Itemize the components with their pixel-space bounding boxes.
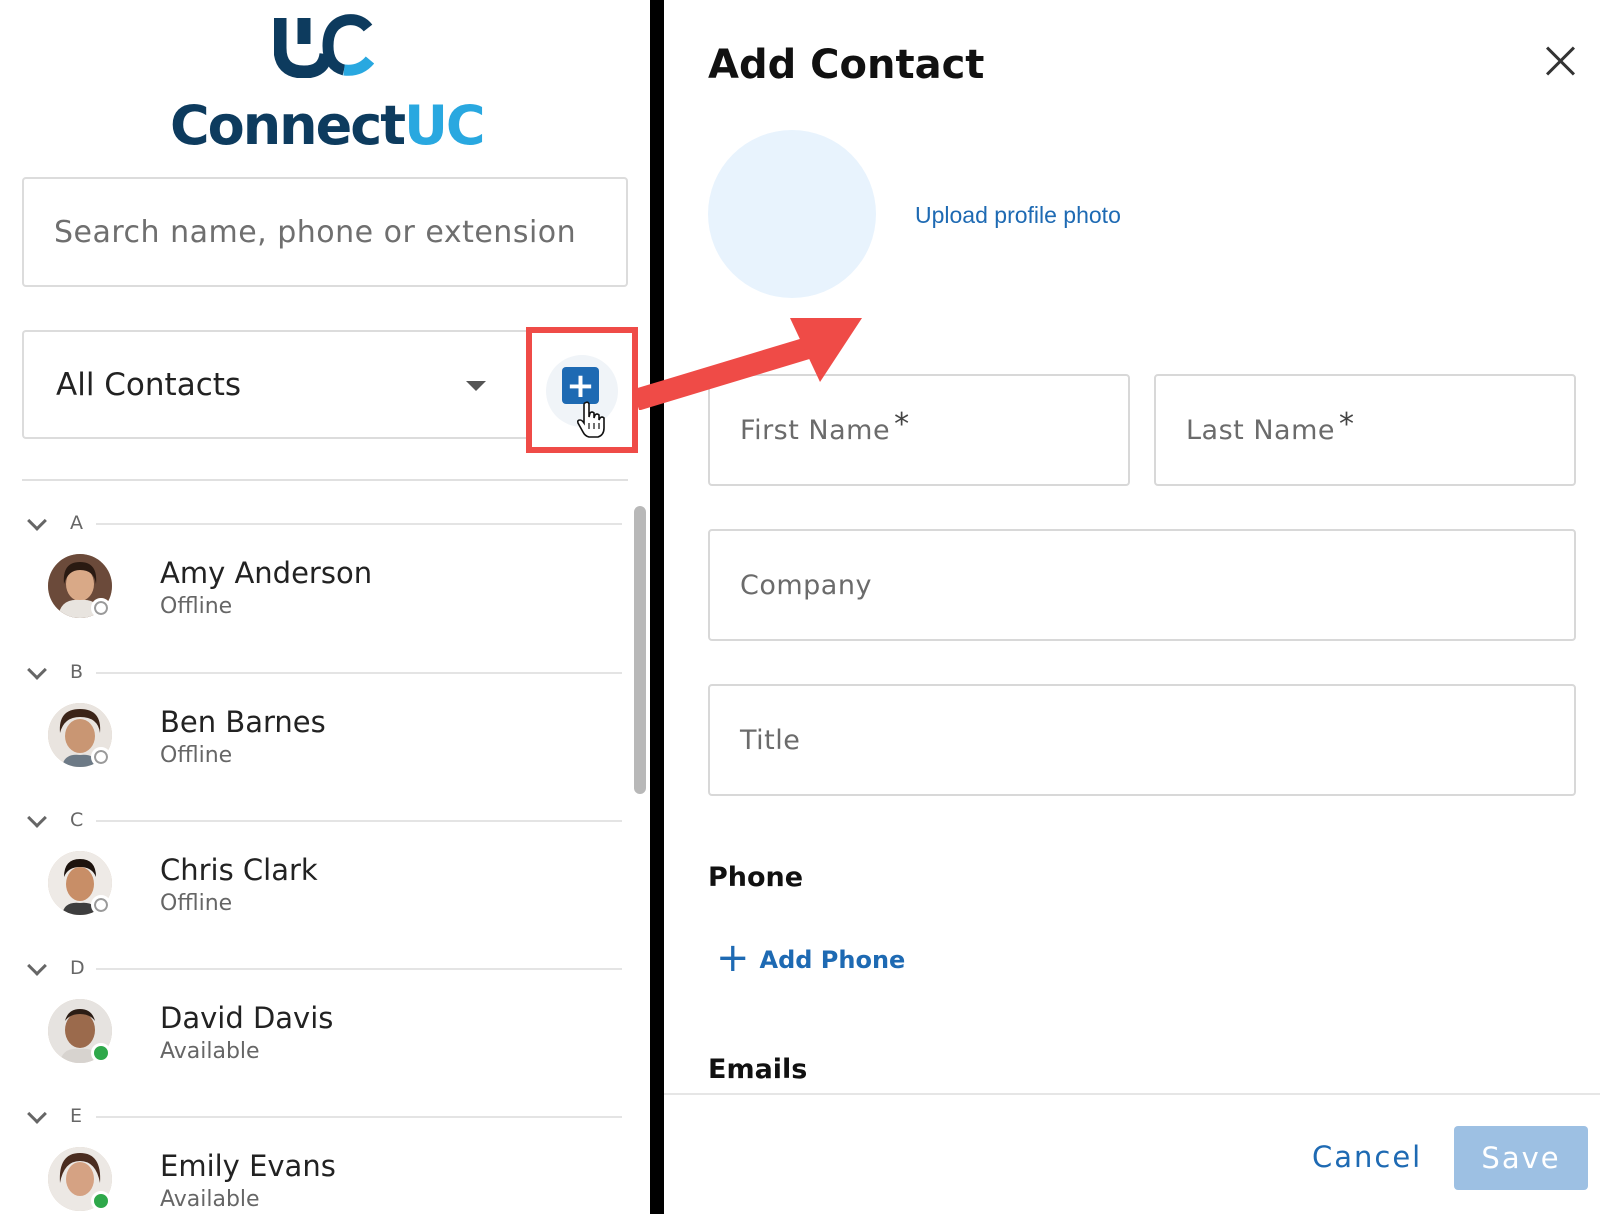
contact-group-e: E Emily Evans Available: [22, 1104, 622, 1212]
last-name-placeholder: Last Name: [1186, 414, 1335, 446]
hand-cursor-icon: [576, 401, 605, 438]
connectuc-logo: ConnectUC ™: [170, 14, 486, 157]
company-placeholder: Company: [740, 569, 872, 601]
contacts-filter-select[interactable]: All Contacts: [22, 330, 542, 439]
app-root: ConnectUC ™ Search name, phone or extens…: [0, 0, 1600, 1214]
footer-divider: [664, 1093, 1600, 1095]
close-icon[interactable]: [1544, 44, 1578, 78]
contacts-sidebar: ConnectUC ™ Search name, phone or extens…: [0, 0, 650, 1214]
contact-row[interactable]: Chris Clark Offline: [48, 851, 608, 921]
annotation-arrow-icon: [632, 318, 862, 410]
first-name-placeholder: First Name: [740, 414, 891, 446]
status-offline-icon: [91, 598, 111, 618]
group-letter: D: [70, 957, 85, 979]
group-letter: A: [70, 512, 83, 534]
contacts-scrollbar[interactable]: [634, 506, 646, 794]
upload-photo-link[interactable]: Upload profile photo: [915, 202, 1121, 229]
filter-selected-value: All Contacts: [56, 366, 242, 403]
cancel-button[interactable]: Cancel: [1312, 1140, 1422, 1174]
brand-wordmark: ConnectUC: [170, 94, 486, 157]
last-name-field[interactable]: Last Name *: [1154, 374, 1576, 486]
list-divider: [22, 479, 628, 481]
plus-icon: +: [716, 935, 750, 981]
contact-group-b: B Ben Barnes Offline: [22, 660, 622, 768]
status-available-icon: [91, 1043, 111, 1063]
add-contact-panel: Add Contact Upload profile photo First N…: [664, 0, 1600, 1214]
emails-section-heading: Emails: [708, 1054, 808, 1085]
company-field[interactable]: Company: [708, 529, 1576, 641]
contact-name: Chris Clark: [160, 853, 318, 887]
save-button[interactable]: Save: [1454, 1126, 1588, 1190]
search-input[interactable]: Search name, phone or extension: [22, 177, 628, 287]
contact-name: Ben Barnes: [160, 705, 326, 739]
contact-status: Offline: [160, 594, 233, 619]
chevron-down-icon: [27, 660, 47, 680]
group-letter: E: [70, 1105, 83, 1127]
chevron-down-icon: [27, 956, 47, 976]
contact-name: Emily Evans: [160, 1149, 336, 1183]
panel-title: Add Contact: [708, 42, 985, 88]
group-letter: C: [70, 809, 84, 831]
group-divider: [96, 820, 622, 822]
profile-photo-placeholder[interactable]: [708, 130, 876, 298]
group-divider: [96, 672, 622, 674]
group-header[interactable]: E: [22, 1104, 622, 1135]
caret-down-icon: [466, 381, 486, 391]
group-letter: B: [70, 661, 84, 683]
contact-group-d: D David Davis Available: [22, 956, 622, 1064]
group-header[interactable]: A: [22, 511, 622, 542]
contact-status: Available: [160, 1039, 260, 1064]
group-divider: [96, 968, 622, 970]
group-header[interactable]: B: [22, 660, 622, 691]
phone-section-heading: Phone: [708, 862, 804, 893]
contact-name: David Davis: [160, 1001, 334, 1035]
uc-mark-icon: [274, 14, 374, 78]
contact-row[interactable]: Amy Anderson Offline: [48, 554, 608, 624]
title-placeholder: Title: [740, 724, 801, 756]
search-placeholder: Search name, phone or extension: [54, 214, 577, 250]
contact-row[interactable]: Ben Barnes Offline: [48, 703, 608, 773]
contact-status: Offline: [160, 891, 233, 916]
contact-row[interactable]: David Davis Available: [48, 999, 608, 1069]
chevron-down-icon: [27, 511, 47, 531]
title-field[interactable]: Title: [708, 684, 1576, 796]
add-phone-label: Add Phone: [759, 946, 906, 974]
required-mark: *: [1338, 406, 1355, 442]
status-offline-icon: [91, 747, 111, 767]
plus-icon: +: [566, 365, 595, 406]
chevron-down-icon: [27, 1104, 47, 1124]
add-contact-highlight: +: [526, 327, 638, 453]
contact-status: Offline: [160, 743, 233, 768]
status-offline-icon: [91, 895, 111, 915]
trademark-mark: ™: [466, 142, 473, 150]
group-header[interactable]: C: [22, 808, 622, 839]
chevron-down-icon: [27, 808, 47, 828]
group-divider: [96, 523, 622, 525]
add-contact-button[interactable]: +: [562, 367, 599, 404]
contact-group-c: C Chris Clark Offline: [22, 808, 622, 916]
required-mark: *: [894, 406, 910, 442]
contact-group-a: A Amy Anderson Offline: [22, 511, 622, 619]
add-phone-button[interactable]: + Add Phone: [716, 935, 906, 981]
contact-row[interactable]: Emily Evans Available: [48, 1147, 608, 1214]
group-header[interactable]: D: [22, 956, 622, 987]
status-available-icon: [91, 1191, 111, 1211]
panel-separator: [650, 0, 664, 1214]
contact-status: Available: [160, 1187, 260, 1212]
contact-name: Amy Anderson: [160, 556, 373, 590]
group-divider: [96, 1116, 622, 1118]
